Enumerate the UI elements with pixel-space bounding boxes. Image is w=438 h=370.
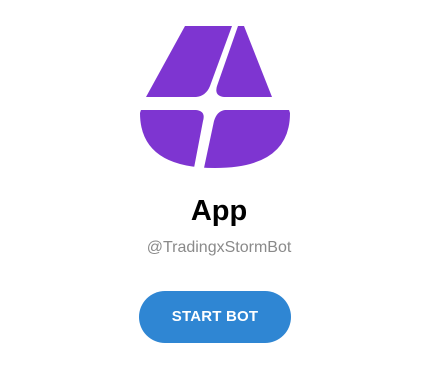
bot-profile: App @TradingxStormBot START BOT <box>0 0 438 370</box>
storm-logo-icon <box>140 18 290 168</box>
bot-username: @TradingxStormBot <box>146 239 292 256</box>
bot-name: App <box>190 195 248 227</box>
start-bot-button[interactable]: START BOT <box>139 291 291 343</box>
